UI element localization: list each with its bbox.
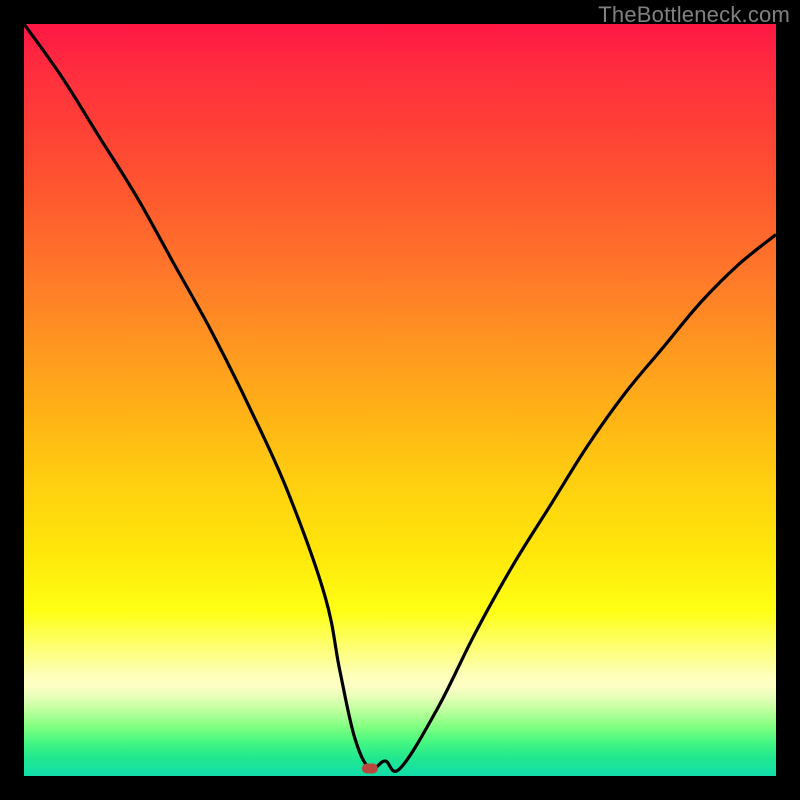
optimum-marker [362, 763, 378, 773]
bottleneck-curve [24, 24, 776, 771]
plot-area [24, 24, 776, 776]
chart-frame: TheBottleneck.com [0, 0, 800, 800]
curve-svg [24, 24, 776, 776]
watermark-text: TheBottleneck.com [598, 2, 790, 28]
